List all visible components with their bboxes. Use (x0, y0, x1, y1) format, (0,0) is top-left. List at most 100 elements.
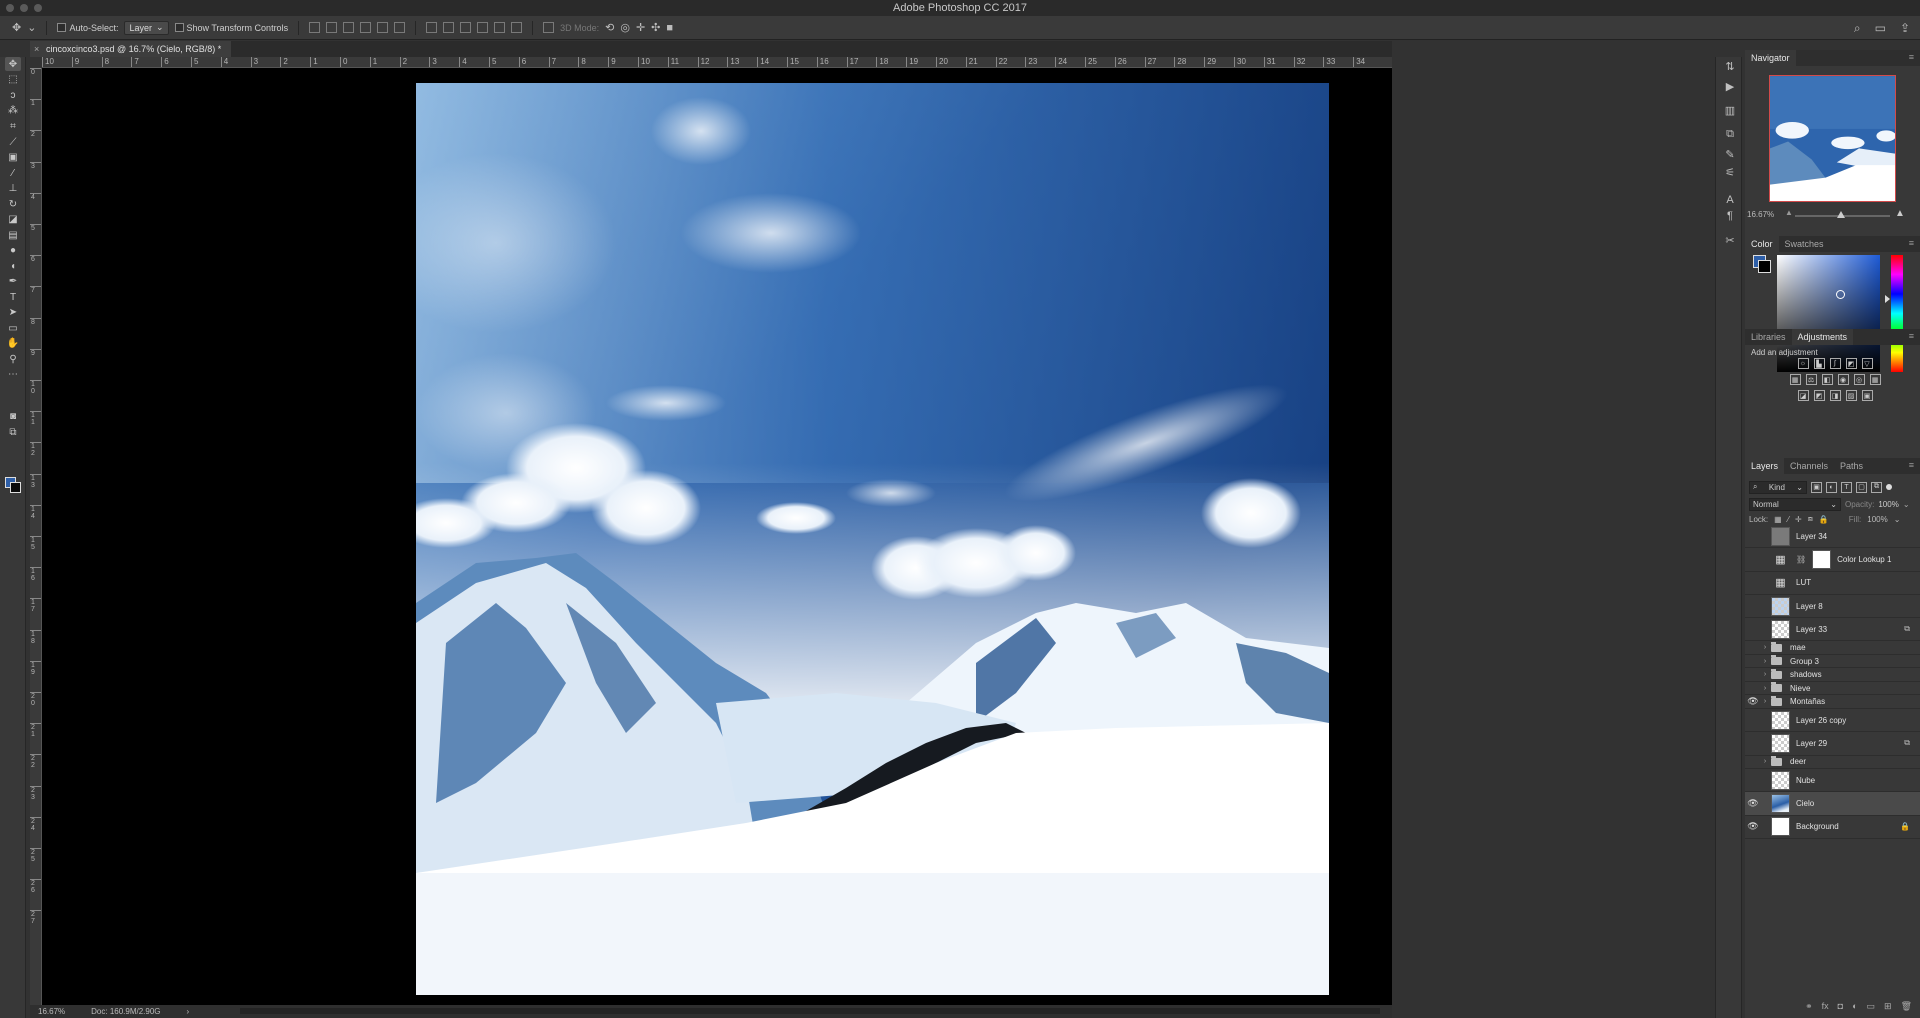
actions-panel-icon[interactable]: ▶ (1723, 79, 1737, 93)
brushes-panel-icon[interactable]: ✎ (1723, 147, 1737, 161)
fill-value[interactable]: 100% (1867, 515, 1887, 524)
layer-row[interactable]: Layer 8 (1745, 595, 1920, 619)
character-panel-icon[interactable]: A (1723, 193, 1737, 207)
layer-row[interactable]: › Group 3 (1745, 655, 1920, 669)
layer-row[interactable]: Layer 34 (1745, 525, 1920, 549)
new-group-icon[interactable]: ▭ (1867, 1001, 1876, 1012)
chevron-down-icon[interactable]: ⌄ (1903, 500, 1910, 509)
link-layers-icon[interactable]: ⚭ (1805, 1001, 1813, 1012)
navigator-thumbnail[interactable] (1769, 75, 1896, 202)
lock-all-icon[interactable]: 🔒 (1819, 515, 1829, 524)
lasso-tool-icon[interactable]: ↄ (5, 88, 21, 102)
paragraph-panel-icon[interactable]: ¶ (1723, 209, 1737, 223)
type-tool-icon[interactable]: T (5, 290, 21, 304)
tab-paths[interactable]: Paths (1834, 458, 1869, 474)
photo-filter-icon[interactable]: ◉ (1837, 374, 1849, 385)
screen-mode-icon[interactable]: ⧉ (5, 425, 21, 439)
tab-swatches[interactable]: Swatches (1779, 236, 1830, 252)
filter-pixel-icon[interactable]: ▣ (1811, 481, 1822, 493)
invert-icon[interactable]: ◪ (1797, 390, 1809, 401)
status-zoom[interactable]: 16.67% (38, 1007, 65, 1016)
smart-object-icon[interactable]: ⧉ (1904, 624, 1910, 634)
layer-row[interactable]: 👁 Cielo (1745, 792, 1920, 816)
opacity-value[interactable]: 100% (1878, 500, 1898, 509)
panel-menu-icon[interactable]: ≡ (1909, 52, 1914, 62)
dodge-tool-icon[interactable]: ◖ (5, 259, 21, 273)
visibility-eye-icon[interactable]: 👁 (1745, 696, 1761, 707)
hand-tool-icon[interactable]: ✋ (5, 336, 21, 350)
align-left-icon[interactable] (360, 22, 372, 33)
layer-row[interactable]: Layer 33 ⧉ (1745, 618, 1920, 642)
workspace-icon[interactable]: ▭ (1875, 21, 1886, 36)
eraser-tool-icon[interactable]: ◪ (5, 212, 21, 226)
curves-icon[interactable]: ∫ (1829, 358, 1841, 369)
brightness-contrast-icon[interactable]: ☼ (1797, 358, 1809, 369)
document-canvas[interactable] (416, 83, 1329, 995)
marquee-tool-icon[interactable]: ⬚ (5, 72, 21, 86)
auto-select-checkbox[interactable]: Auto-Select: (57, 23, 118, 33)
lock-artboard-icon[interactable]: ⧈ (1808, 514, 1813, 524)
status-expand-icon[interactable]: › (187, 1007, 190, 1016)
tool-presets-panel-icon[interactable]: ✂ (1723, 233, 1737, 247)
zoom-tool-icon[interactable]: ⚲ (5, 352, 21, 366)
color-picker-ring[interactable] (1836, 290, 1845, 299)
layer-row[interactable]: Layer 29 ⧉ (1745, 732, 1920, 756)
rectangle-tool-icon[interactable]: ▭ (5, 321, 21, 335)
lock-position-icon[interactable]: ✛ (1795, 515, 1802, 524)
navigator-zoom-slider-knob[interactable] (1837, 211, 1845, 218)
selective-color-icon[interactable]: ▣ (1861, 390, 1873, 401)
maximize-window-button[interactable] (34, 4, 42, 12)
group-expand-caret-icon[interactable]: › (1761, 685, 1769, 692)
gradient-map-icon[interactable]: ▨ (1845, 390, 1857, 401)
align-right-icon[interactable] (394, 22, 406, 33)
horizontal-ruler[interactable]: 10 9 8 7 6 5 4 3 2 1 0 1 2 3 4 5 6 7 8 9 10 11 12 13 14 15 16 17 18 1… (42, 57, 1392, 68)
close-tab-icon[interactable]: × (34, 41, 39, 57)
black-white-icon[interactable]: ◧ (1821, 374, 1833, 385)
threshold-icon[interactable]: ◨ (1829, 390, 1841, 401)
move-tool-icon[interactable]: ✥ (5, 57, 21, 71)
3d-drag-icon[interactable]: ✛ (636, 21, 645, 34)
navigator-zoom[interactable]: 16.67% (1747, 210, 1774, 219)
tab-navigator[interactable]: Navigator (1745, 50, 1796, 66)
history-brush-tool-icon[interactable]: ↻ (5, 197, 21, 211)
tab-layers[interactable]: Layers (1745, 458, 1785, 474)
search-icon[interactable]: ⌕ (1854, 21, 1861, 36)
crop-tool-icon[interactable]: ⌗ (5, 119, 21, 133)
quick-mask-icon[interactable]: ◙ (5, 409, 21, 423)
channel-mixer-icon[interactable]: ◎ (1853, 374, 1865, 385)
window-controls[interactable] (6, 4, 42, 12)
adjust-panel-icon[interactable]: ⚟ (1723, 165, 1737, 179)
align-horizontal-center-icon[interactable] (377, 22, 389, 33)
background-color-swatch[interactable] (10, 482, 21, 493)
blur-tool-icon[interactable]: ● (5, 243, 21, 257)
group-expand-caret-icon[interactable]: › (1761, 658, 1769, 665)
filter-smart-icon[interactable]: ⧉ (1871, 481, 1882, 493)
group-expand-caret-icon[interactable]: › (1761, 698, 1769, 705)
distribute-bottom-icon[interactable] (460, 22, 472, 33)
distribute-center-icon[interactable] (443, 22, 455, 33)
panel-menu-icon[interactable]: ≡ (1909, 331, 1914, 341)
vertical-ruler[interactable]: 0 1 2 3 4 5 6 7 8 9 1 0 1 1 1 2 1 3 1 4 1 5 1 6 1 7 1 8 1 9… (30, 68, 42, 1008)
tab-adjustments[interactable]: Adjustments (1791, 329, 1854, 345)
layer-row[interactable]: › Nieve (1745, 682, 1920, 696)
color-background-swatch[interactable] (1758, 260, 1771, 273)
delete-layer-icon[interactable]: 🗑 (1901, 1001, 1912, 1012)
align-top-icon[interactable] (309, 22, 321, 33)
canvas-area[interactable] (42, 68, 1392, 1005)
layer-row[interactable]: › deer (1745, 755, 1920, 770)
stamp-tool-icon[interactable]: ⊥ (5, 181, 21, 195)
chevron-down-icon[interactable]: ⌄ (1894, 515, 1901, 524)
new-layer-icon[interactable]: ⊞ (1884, 1001, 1892, 1012)
group-expand-caret-icon[interactable]: › (1761, 644, 1769, 651)
tool-preset-chevron-icon[interactable]: ⌄ (27, 21, 36, 34)
color-balance-icon[interactable]: ⚖ (1805, 374, 1817, 385)
tab-color[interactable]: Color (1745, 236, 1779, 252)
3d-slide-icon[interactable]: ✣ (651, 21, 660, 34)
add-mask-icon[interactable]: ◘ (1838, 1001, 1843, 1011)
layer-row[interactable]: ▦ ⛓ Color Lookup 1 (1745, 548, 1920, 572)
3d-scale-icon[interactable]: ■ (666, 22, 673, 34)
lock-transparent-icon[interactable]: ▦ (1774, 515, 1782, 524)
close-window-button[interactable] (6, 4, 14, 12)
layer-row[interactable]: 👁 › Montañas (1745, 695, 1920, 709)
magic-wand-tool-icon[interactable]: ⁂ (5, 103, 21, 117)
